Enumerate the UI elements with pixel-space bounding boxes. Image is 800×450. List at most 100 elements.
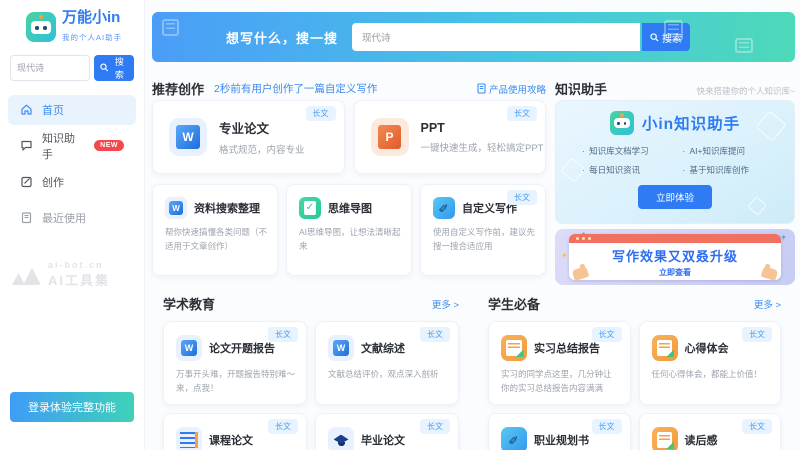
more-link[interactable]: 更多 > xyxy=(432,297,459,311)
ppt-icon xyxy=(371,118,409,156)
card-mind-map[interactable]: 思维导图 AI思维导图，让想法清晰起来 xyxy=(286,184,412,276)
search-icon xyxy=(650,33,659,42)
card-title: 课程论文 xyxy=(209,432,253,448)
card-course-paper[interactable]: 长文 课程论文 格式规范，内容专业的课程 xyxy=(163,413,307,450)
card-title: 毕业论文 xyxy=(361,432,405,448)
product-guide-link[interactable]: 产品使用攻略 xyxy=(477,82,546,96)
graduation-cap-icon xyxy=(328,427,354,450)
promo-window-bar xyxy=(569,234,781,243)
promo-banner[interactable]: ✦ ✦ ✦ ✦ 写作效果又双叒升级 立即查看 xyxy=(555,229,795,285)
card-desc: 万事开头难，开题报告特别难～来，点我！ xyxy=(176,368,296,395)
card-title: 读后感 xyxy=(685,432,718,448)
promo-link[interactable]: 立即查看 xyxy=(569,267,781,278)
knowledge-feature: AI+知识库提问 xyxy=(682,145,778,157)
long-form-badge: 长文 xyxy=(592,419,622,434)
card-insights[interactable]: 长文 心得体会 任何心得体会，都能上价值！ xyxy=(639,321,782,405)
sidebar-item-create[interactable]: 创作 xyxy=(8,167,136,197)
sidebar-item-knowledge-assistant[interactable]: 知识助手 NEW xyxy=(8,131,136,161)
star-decor: ✦ xyxy=(780,233,787,242)
word-icon xyxy=(328,335,354,361)
card-ppt[interactable]: 长文 PPT 一键快速生成，轻松搞定PPT xyxy=(354,100,547,174)
card-title: 思维导图 xyxy=(328,200,372,216)
knowledge-feature: 知识库文档学习 xyxy=(582,145,682,157)
watermark-line2: AI工具集 xyxy=(48,273,110,288)
card-desc: 实习的同学点这里，几分钟让你的实习总结报告内容满满 xyxy=(501,368,620,395)
career-plan-icon xyxy=(501,427,527,450)
card-desc: 帮你快速搞懂各类问题（不适用于文章创作） xyxy=(165,226,267,253)
sidebar-search-input[interactable] xyxy=(10,55,90,81)
long-form-badge: 长文 xyxy=(507,190,537,205)
guide-doc-icon xyxy=(477,83,486,94)
long-form-badge: 长文 xyxy=(742,419,772,434)
edit-icon xyxy=(20,175,33,188)
card-title: 心得体会 xyxy=(685,340,729,356)
card-literature-review[interactable]: 长文 文献综述 文献总结评价，观点深入剖析 xyxy=(315,321,459,405)
section-title: 学术教育 xyxy=(163,294,215,313)
word-icon xyxy=(169,118,207,156)
section-title: 学生必备 xyxy=(488,294,540,313)
activity-ticker: 2秒前有用户创作了一篇自定义写作 xyxy=(214,81,377,96)
doc-decor-icon xyxy=(735,38,753,53)
card-desc: 一键快速生成，轻松搞定PPT xyxy=(421,140,544,154)
report-icon xyxy=(652,335,678,361)
chat-bubble-icon xyxy=(20,139,33,152)
card-research-organize[interactable]: 资料搜索整理 帮你快速搞懂各类问题（不适用于文章创作） xyxy=(152,184,278,276)
long-form-badge: 长文 xyxy=(268,419,298,434)
sidebar-search-button[interactable]: 搜索 xyxy=(94,55,134,81)
recommend-title: 推荐创作 xyxy=(152,79,204,98)
watermark-line1: ai-bot.cn xyxy=(48,260,110,270)
card-custom-writing[interactable]: 长文 自定义写作 使用自定义写作前，建议先搜一搜合适应用 xyxy=(420,184,546,276)
card-internship-report[interactable]: 长文 实习总结报告 实习的同学点这里，几分钟让你的实习总结报告内容满满 xyxy=(488,321,631,405)
section-academic: 学术教育 更多 > 长文 论文开题报告 万事开头难，开题报告特别难～来，点我！ … xyxy=(163,294,459,450)
sidebar-item-home[interactable]: 首页 xyxy=(8,95,136,125)
card-desc: 任何心得体会，都能上价值！ xyxy=(652,368,771,382)
sidebar-item-label: 最近使用 xyxy=(42,210,86,226)
app-logo: 万能小in 我的个人AI助手 xyxy=(0,0,144,51)
knowledge-feature: 基于知识库创作 xyxy=(682,164,778,176)
search-icon xyxy=(100,63,109,72)
promo-window: 写作效果又双叒升级 立即查看 xyxy=(569,234,781,280)
long-form-badge: 长文 xyxy=(268,327,298,342)
recent-doc-icon xyxy=(20,211,33,224)
long-form-badge: 长文 xyxy=(592,327,622,342)
card-title: 专业论文 xyxy=(219,118,305,137)
reading-review-icon xyxy=(652,427,678,450)
robot-logo-icon xyxy=(610,111,634,135)
knowledge-feature: 每日知识资讯 xyxy=(582,164,682,176)
card-desc: 使用自定义写作前，建议先搜一搜合适应用 xyxy=(433,226,535,253)
try-now-button[interactable]: 立即体验 xyxy=(638,185,712,209)
sidebar-item-label: 知识助手 xyxy=(42,130,85,162)
card-title: 论文开题报告 xyxy=(209,340,275,356)
card-reading-review[interactable]: 长文 读后感 xyxy=(639,413,782,450)
sidebar-item-label: 创作 xyxy=(42,174,64,190)
card-graduation-thesis[interactable]: 长文 毕业论文 格式规范，内容专业的毕业 xyxy=(315,413,459,450)
card-title: 实习总结报告 xyxy=(534,340,600,356)
more-link[interactable]: 更多 > xyxy=(754,297,781,311)
word-icon xyxy=(176,335,202,361)
watermark: ai-bot.cn AI工具集 xyxy=(12,260,110,290)
long-form-badge: 长文 xyxy=(420,419,450,434)
product-guide-label: 产品使用攻略 xyxy=(489,82,546,96)
star-decor: ✦ xyxy=(561,251,568,260)
card-professional-paper[interactable]: 长文 专业论文 格式规范，内容专业 xyxy=(152,100,345,174)
mind-map-icon xyxy=(299,197,321,219)
card-career-plan[interactable]: 长文 职业规划书 xyxy=(488,413,631,450)
app-title: 万能小in xyxy=(62,10,122,27)
search-banner: 想写什么，搜一搜 搜索 xyxy=(152,12,795,62)
knowledge-hint: 快来搭建你的个人知识库~ xyxy=(697,85,795,97)
sidebar-search-button-label: 搜索 xyxy=(111,55,128,81)
login-button[interactable]: 登录体验完整功能 xyxy=(10,392,134,422)
doc-decor-icon xyxy=(162,19,179,36)
card-title: 资料搜索整理 xyxy=(194,200,260,216)
banner-prompt: 想写什么，搜一搜 xyxy=(226,28,338,47)
knowledge-title: 知识助手 xyxy=(555,79,607,98)
card-desc: 文献总结评价，观点深入剖析 xyxy=(328,368,448,382)
sidebar-nav: 首页 知识助手 NEW 创作 最近使用 xyxy=(0,95,144,233)
sidebar-item-recent[interactable]: 最近使用 xyxy=(8,203,136,233)
card-thesis-proposal[interactable]: 长文 论文开题报告 万事开头难，开题报告特别难～来，点我！ xyxy=(163,321,307,405)
card-title: 文献综述 xyxy=(361,340,405,356)
long-form-badge: 长文 xyxy=(507,106,537,121)
banner-search-input[interactable] xyxy=(352,23,640,51)
custom-writing-icon xyxy=(433,197,455,219)
word-icon xyxy=(165,197,187,219)
